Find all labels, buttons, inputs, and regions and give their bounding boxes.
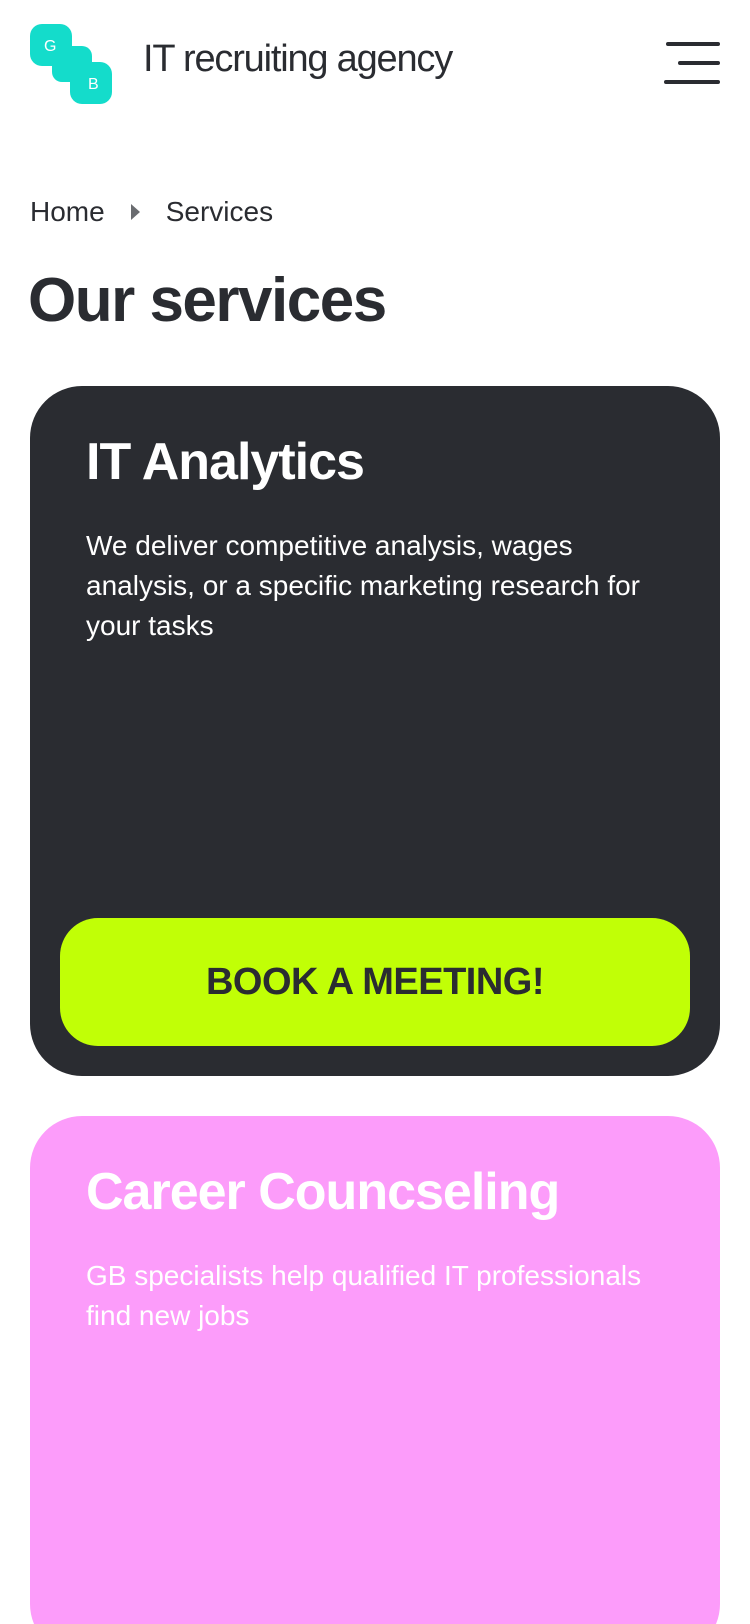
- page-title: Our services: [28, 266, 387, 335]
- logo[interactable]: G B: [30, 24, 114, 104]
- book-meeting-button[interactable]: BOOK A MEETING!: [60, 918, 690, 1046]
- service-card-description: We deliver competitive analysis, wages a…: [86, 530, 640, 641]
- services-page: G B IT recruiting agency Home Services O…: [0, 0, 750, 1624]
- menu-line: [678, 61, 720, 65]
- service-card-description: GB specialists help qualified IT profess…: [86, 1260, 642, 1331]
- service-card-career-counseling: Career Councseling GB specialists help q…: [30, 1116, 720, 1624]
- breadcrumb: Home Services: [30, 192, 273, 232]
- breadcrumb-home-link[interactable]: Home: [30, 196, 105, 228]
- menu-line: [664, 80, 720, 84]
- menu-line: [666, 42, 720, 46]
- chevron-right-icon: [130, 204, 140, 220]
- logo-letter-b: B: [88, 76, 99, 93]
- site-header: G B IT recruiting agency: [0, 0, 750, 130]
- logo-letter-g: G: [44, 38, 57, 55]
- service-card-title: IT Analytics: [86, 433, 365, 491]
- service-card-it-analytics: IT Analytics We deliver competitive anal…: [30, 386, 720, 1076]
- brand-name[interactable]: IT recruiting agency: [143, 38, 453, 81]
- breadcrumb-current: Services: [165, 196, 274, 227]
- service-card-title: Career Councseling: [86, 1163, 560, 1221]
- hamburger-menu-icon[interactable]: [664, 38, 720, 88]
